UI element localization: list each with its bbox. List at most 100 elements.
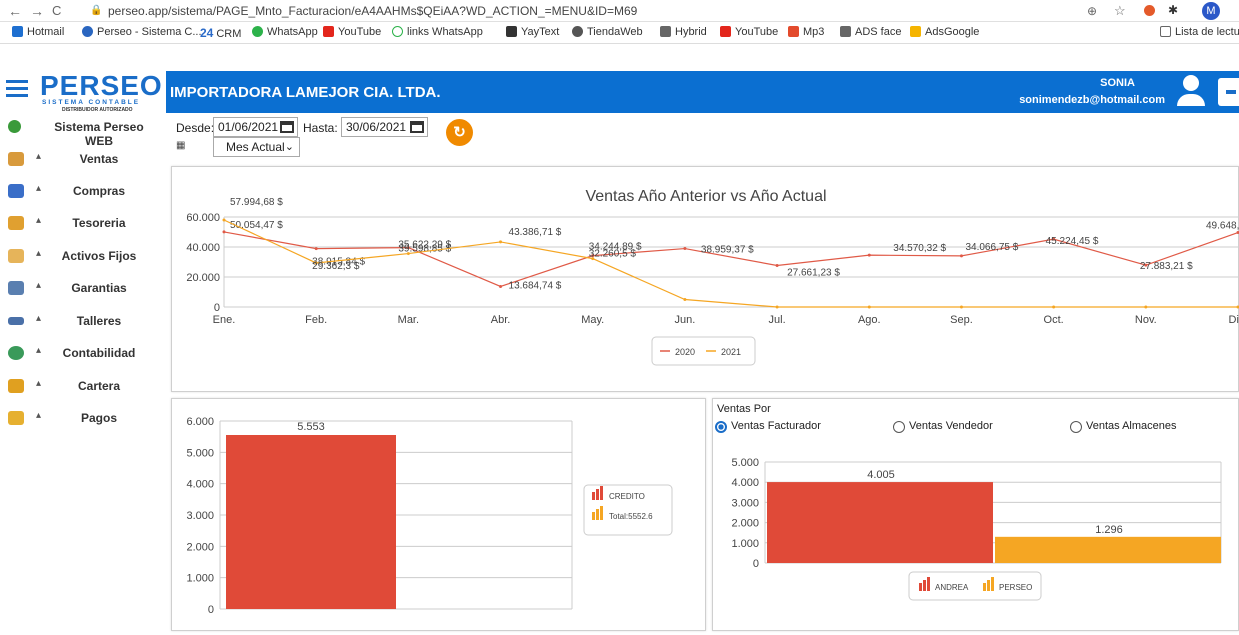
refresh-icon: ↻ (453, 124, 466, 141)
bar-credito (226, 435, 396, 609)
x-tick-label: Sep. (950, 314, 973, 326)
forward-icon[interactable]: → (30, 3, 44, 19)
logout-icon[interactable] (1218, 78, 1239, 106)
legend-label: ANDREA (935, 583, 969, 592)
user-avatar-icon[interactable] (1176, 73, 1206, 109)
table-icon: ▦ (176, 140, 185, 151)
bookmark-youtube-2[interactable]: YouTube (720, 26, 778, 38)
calendar-icon[interactable] (410, 121, 424, 133)
zoom-icon[interactable]: ⊕ (1087, 4, 1097, 18)
sidebar-item-cartera[interactable]: ▴ Cartera (0, 376, 166, 398)
bar-value-label: 1.296 (1095, 524, 1123, 536)
bookmark-whatsapp[interactable]: WhatsApp (252, 26, 318, 38)
bookmark-hybrid[interactable]: Hybrid (660, 26, 707, 38)
sidebar-item-compras[interactable]: ▴ Compras (0, 181, 166, 203)
period-select[interactable]: Mes Actual⌄ (213, 137, 300, 157)
x-tick-label: Ago. (858, 314, 881, 326)
extension-icon[interactable] (1144, 5, 1155, 16)
bookmark-youtube[interactable]: YouTube (323, 26, 381, 38)
sidebar-item-contabilidad[interactable]: ▴ Contabilidad (0, 343, 166, 365)
y-tick-label: 4.000 (731, 477, 759, 489)
legend-bar-icon (592, 512, 595, 520)
chart-title: Ventas Año Anterior vs Año Actual (585, 188, 826, 205)
bookmark-perseo[interactable]: Perseo - Sistema C... (82, 26, 202, 38)
perseo-icon (82, 26, 93, 37)
x-tick-label: Feb. (305, 314, 327, 326)
sidebar-item-activos-fijos[interactable]: ▴ Activos Fijos (0, 246, 166, 268)
data-label-2020: 13.684,74 $ (509, 280, 562, 291)
credito-bar-chart: 01.0002.0003.0004.0005.0006.0005.553CRED… (172, 399, 707, 632)
y-tick-label: 60.000 (186, 212, 220, 224)
truck-icon (8, 184, 24, 198)
line-chart-panel: Ventas Año Anterior vs Año Actual020.000… (171, 166, 1239, 392)
data-point-2020 (223, 230, 226, 233)
x-tick-label: Ene. (213, 314, 236, 326)
sidebar-item-garantias[interactable]: ▴ Garantias (0, 278, 166, 300)
calendar-icon[interactable] (280, 121, 294, 133)
lock-icon: 🔒 (90, 5, 102, 16)
x-tick-label: Oct. (1044, 314, 1064, 326)
data-label-2021: 32.260,5 $ (589, 249, 637, 260)
puzzle-icon[interactable]: ✱ (1168, 3, 1178, 17)
reading-list-icon (1160, 26, 1171, 37)
y-tick-label: 3.000 (186, 510, 214, 522)
bookmark-crm[interactable]: 24CRM (200, 26, 241, 40)
menu-icon[interactable] (6, 80, 28, 98)
logo-area: PERSEO SISTEMA CONTABLE DISTRIBUIDOR AUT… (0, 68, 166, 116)
bar-andrea (767, 482, 993, 563)
wrench-icon (8, 317, 24, 325)
yaytext-icon (506, 26, 517, 37)
ventas-por-bar-chart: 01.0002.0003.0004.0005.0004.0051.296ANDR… (713, 399, 1239, 632)
sidebar-item-tesoreria[interactable]: ▴ Tesoreria (0, 213, 166, 235)
legend-bar-icon (596, 509, 599, 520)
star-icon[interactable]: ☆ (1114, 3, 1126, 19)
pie-chart-icon (8, 346, 24, 360)
sidebar-item-sistema-perseo-web[interactable]: Sistema Perseo WEB (0, 117, 166, 139)
building-icon (8, 249, 24, 263)
x-tick-label: Jun. (675, 314, 696, 326)
sidebar-item-talleres[interactable]: ▴ Talleres (0, 311, 166, 333)
data-point-2021 (223, 219, 226, 222)
y-tick-label: 1.000 (186, 573, 214, 585)
y-tick-label: 4.000 (186, 479, 214, 491)
bookmark-adsgoogle[interactable]: AdsGoogle (910, 26, 979, 38)
desde-date-input[interactable]: 01/06/2021 (213, 117, 298, 137)
data-point-2020 (499, 285, 502, 288)
data-label-2020: 27.661,23 $ (787, 268, 840, 279)
google-ads-icon (910, 26, 921, 37)
leaf-icon (8, 120, 21, 133)
hotmail-icon (12, 26, 23, 37)
logo-tagline: DISTRIBUIDOR AUTORIZADO (62, 107, 133, 113)
bookmark-tiendaweb[interactable]: TiendaWeb (572, 26, 643, 38)
hasta-date-input[interactable]: 30/06/2021 (341, 117, 428, 137)
bookmark-yaytext[interactable]: YayText (506, 26, 559, 38)
back-icon[interactable]: ← (8, 3, 22, 19)
x-tick-label: Nov. (1135, 314, 1157, 326)
bar-value-label: 5.553 (297, 421, 325, 433)
bookmark-mp3[interactable]: Mp3 (788, 26, 824, 38)
reading-list[interactable]: Lista de lectu (1160, 26, 1239, 38)
sidebar-item-pagos[interactable]: ▴ Pagos (0, 408, 166, 430)
company-name: IMPORTADORA LAMEJOR CIA. LTDA. (170, 84, 441, 101)
hasta-label: Hasta: (303, 121, 338, 135)
reload-icon[interactable]: C (52, 3, 61, 18)
refresh-button[interactable]: ↻ (446, 119, 473, 146)
desde-label: Desde: (176, 121, 214, 135)
user-name: SONIA (1100, 77, 1135, 89)
whatsapp-icon (252, 26, 263, 37)
legend-label: Total:5552.6 (609, 512, 653, 521)
data-label-2021: 43.386,71 $ (509, 227, 562, 238)
bookmark-hotmail[interactable]: Hotmail (12, 26, 64, 38)
money-icon (8, 216, 24, 230)
bookmark-ads-face[interactable]: ADS face (840, 26, 901, 38)
y-tick-label: 1.000 (731, 538, 759, 550)
cloud-icon (660, 26, 671, 37)
bookmark-links-whatsapp[interactable]: links WhatsApp (392, 26, 483, 38)
profile-avatar[interactable]: M (1202, 2, 1220, 20)
browser-toolbar: ← → C 🔒 perseo.app/sistema/PAGE_Mnto_Fac… (0, 0, 1239, 22)
legend-label: PERSEO (999, 583, 1032, 592)
address-bar[interactable]: perseo.app/sistema/PAGE_Mnto_Facturacion… (108, 4, 637, 18)
sidebar-item-ventas[interactable]: ▴ Ventas (0, 149, 166, 171)
y-tick-label: 20.000 (186, 272, 220, 284)
data-point-2021 (499, 240, 502, 243)
